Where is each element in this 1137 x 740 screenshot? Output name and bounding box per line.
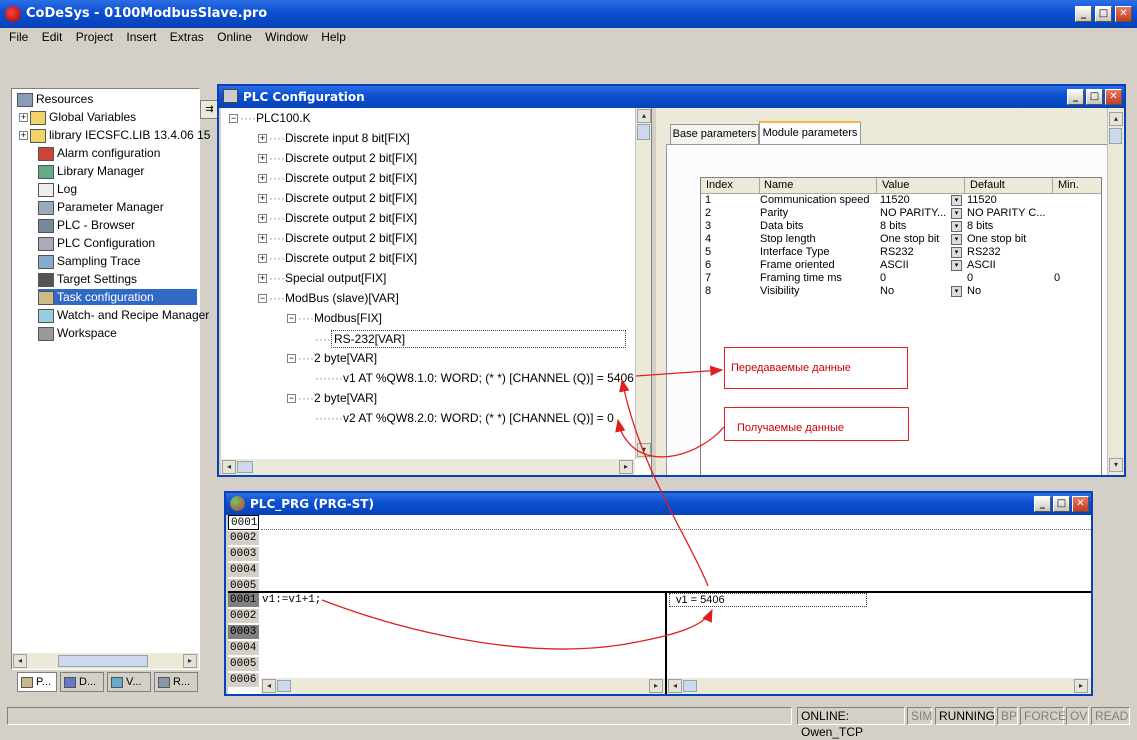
- status-sim: SIM: [907, 707, 932, 725]
- arrow-sent: [635, 365, 724, 377]
- arrow-code-to-watch: [321, 599, 713, 650]
- status-force: FORCE: [1020, 707, 1066, 725]
- status-message-area: [7, 707, 792, 725]
- status-bp: BP: [997, 707, 1018, 725]
- status-read: READ: [1091, 707, 1130, 725]
- arrow-watch-to-config: [619, 378, 709, 587]
- status-running: RUNNING: [935, 707, 995, 725]
- status-online: ONLINE: Owen_TCP: [797, 707, 905, 739]
- status-ov: OV: [1066, 707, 1089, 725]
- annotation-arrows: [321, 365, 725, 650]
